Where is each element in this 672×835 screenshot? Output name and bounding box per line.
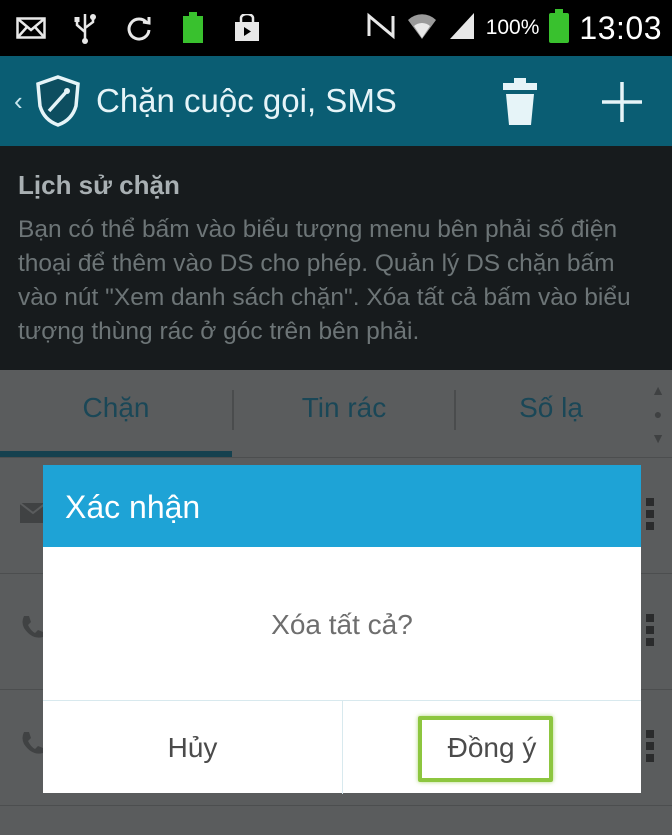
status-left-icons	[14, 10, 264, 46]
info-panel: Lịch sử chặn Bạn có thể bấm vào biểu tượ…	[0, 146, 672, 370]
app-bar: ‹ Chặn cuộc gọi, SMS	[0, 56, 672, 146]
dialog-header: Xác nhận	[43, 465, 641, 547]
more-icon[interactable]	[646, 614, 656, 650]
more-icon[interactable]	[646, 730, 656, 766]
phone-icon	[20, 614, 44, 647]
mail-icon	[14, 13, 48, 43]
tab-spam[interactable]: Tin rác	[234, 392, 454, 424]
ok-button-highlight	[418, 716, 553, 782]
sync-icon	[122, 13, 156, 43]
plus-icon[interactable]	[596, 76, 648, 128]
tab-scroll-indicator: ▲ ● ▼	[651, 382, 665, 446]
store-icon	[230, 13, 264, 43]
dialog-title: Xác nhận	[65, 489, 201, 525]
more-icon[interactable]	[646, 498, 656, 534]
clock: 13:03	[579, 9, 662, 46]
wifi-icon	[406, 11, 438, 46]
tab-selected-indicator	[0, 451, 232, 457]
info-heading: Lịch sử chặn	[18, 170, 180, 200]
battery-icon	[549, 9, 570, 43]
info-description: Bạn có thể bấm vào biểu tượng menu bên p…	[18, 216, 631, 345]
trash-icon[interactable]	[500, 78, 540, 126]
tab-blocked[interactable]: Chặn	[0, 392, 232, 424]
usb-icon	[68, 13, 102, 44]
phone-icon	[20, 730, 44, 763]
status-right-icons: 100% 13:03	[366, 8, 662, 48]
cancel-button[interactable]: Hủy	[43, 701, 342, 794]
tab-bar: Chặn Tin rác Số lạ ▲ ● ▼	[0, 370, 672, 458]
chevron-left-icon[interactable]: ‹	[14, 86, 23, 117]
app-title: Chặn cuộc gọi, SMS	[96, 82, 397, 119]
tab-unknown-numbers[interactable]: Số lạ	[456, 392, 646, 424]
signal-icon	[448, 11, 476, 46]
nfc-icon	[366, 12, 396, 45]
dialog-message: Xóa tất cả?	[271, 609, 413, 640]
battery-charging-icon	[176, 12, 210, 43]
confirm-dialog: Xác nhận Xóa tất cả? Hủy Đồng ý	[43, 465, 641, 794]
battery-percent: 100%	[485, 16, 540, 39]
status-bar: 100% 13:03	[0, 0, 672, 56]
shield-icon[interactable]	[34, 74, 82, 128]
